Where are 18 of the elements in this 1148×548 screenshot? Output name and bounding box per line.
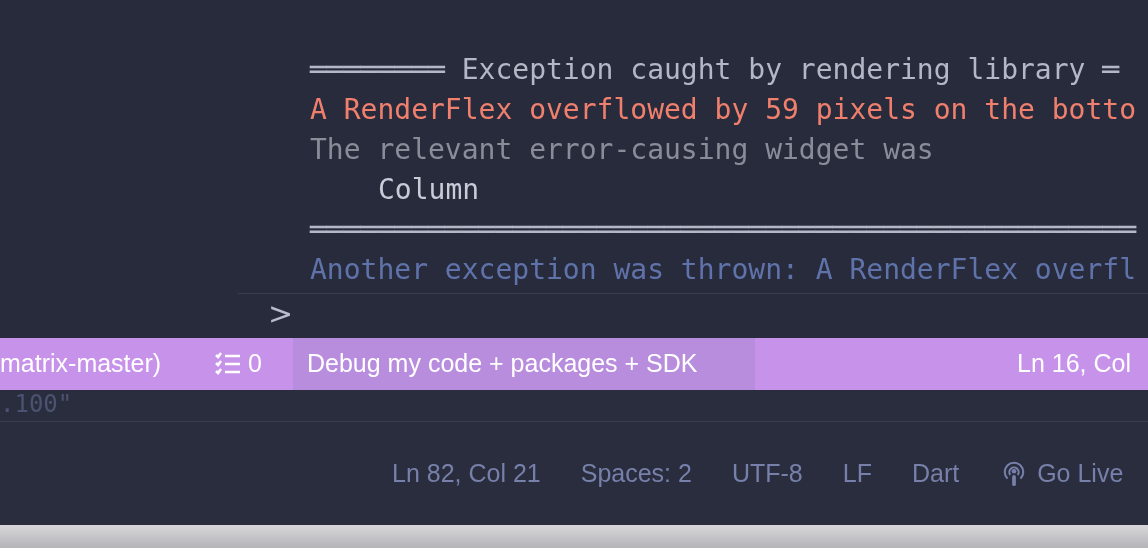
separator-line: ═════════════════════════════════════════════════ <box>310 212 1138 248</box>
cursor-position[interactable]: Ln 16, Col <box>1017 345 1131 383</box>
widget-name: Column <box>377 172 481 208</box>
debug-mode-button[interactable]: Debug my code + packages + SDK <box>293 338 755 390</box>
go-live-button[interactable]: Go Live <box>1037 454 1124 493</box>
exception-message: Another exception was thrown: A RenderFlex overfl <box>310 252 1137 288</box>
status-item[interactable]: Spaces: 2 <box>580 454 692 493</box>
error-message: A RenderFlex overflowed by 59 pixels on the botto <box>310 92 1137 128</box>
status-item[interactable]: UTF-8 <box>731 454 803 493</box>
prompt-symbol: > <box>268 295 294 333</box>
exception-header: ════════ Exception caught by rendering library ═ <box>310 52 1121 88</box>
status-item[interactable]: Ln 82, Col 21 <box>392 454 541 493</box>
status-item[interactable]: LF <box>842 454 872 493</box>
branch-label[interactable]: matrix-master) <box>0 345 212 383</box>
info-line: The relevant error-causing widget was <box>310 132 935 168</box>
list-icon[interactable] <box>212 351 242 377</box>
status-item[interactable]: Dart <box>911 454 960 493</box>
problems-count[interactable]: 0 <box>248 345 293 383</box>
